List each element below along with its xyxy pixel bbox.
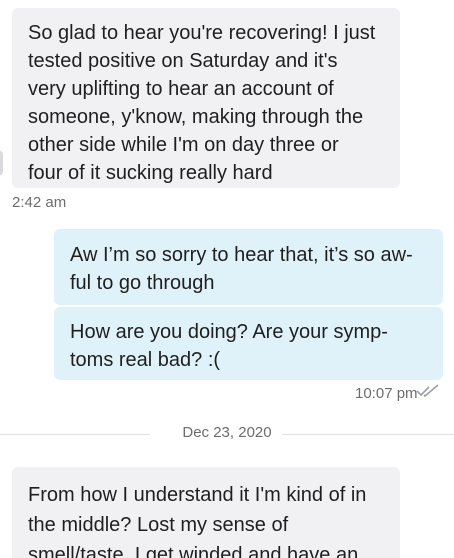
double-check-icon [416, 384, 439, 398]
message-bubble-incoming[interactable]: So glad to hear you're recovering! I jus… [12, 8, 400, 188]
message-timestamp: 10:07 pm [355, 385, 418, 402]
message-timestamp: 2:42 am [12, 194, 67, 211]
date-separator: Dec 23, 2020 [0, 424, 454, 441]
scroll-indicator [0, 150, 3, 176]
message-bubble-incoming[interactable]: From how I understand it I'm kind of in … [12, 467, 400, 558]
message-bubble-outgoing[interactable]: How are you doing? Are your symp- toms r… [54, 307, 443, 380]
message-bubble-outgoing[interactable]: Aw I’m so sorry to hear that, it’s so aw… [54, 229, 443, 305]
date-separator-label: Dec 23, 2020 [172, 424, 282, 441]
chat-thread: So glad to hear you're recovering! I jus… [0, 0, 454, 558]
